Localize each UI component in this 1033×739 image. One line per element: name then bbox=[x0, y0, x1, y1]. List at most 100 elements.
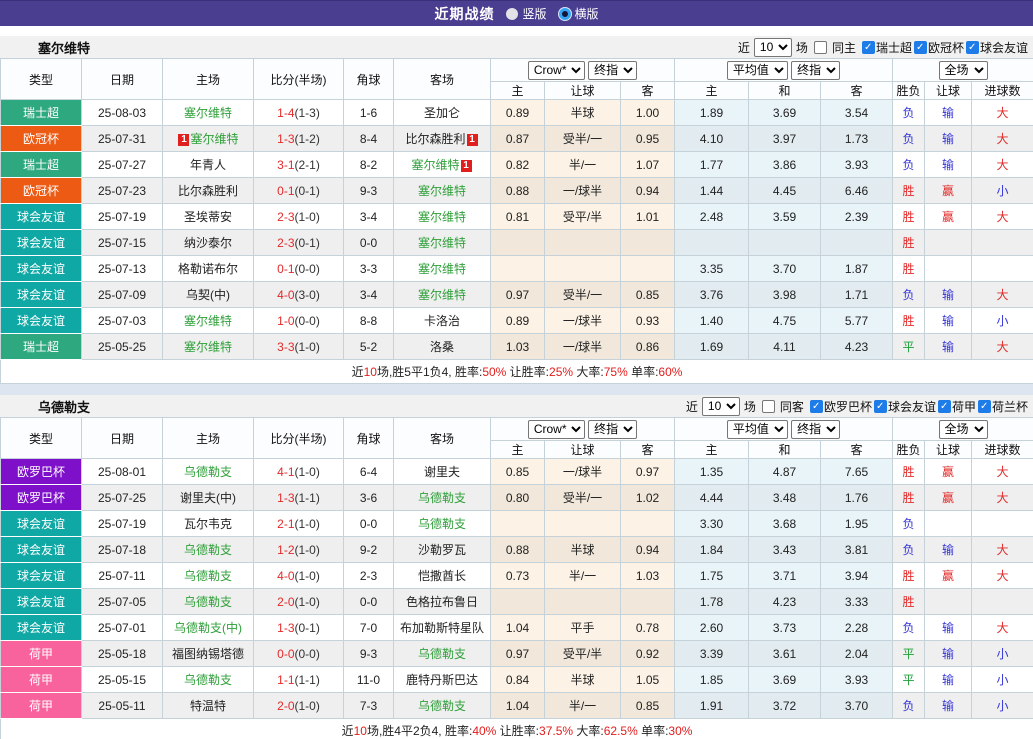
corner-score: 11-0 bbox=[343, 666, 394, 693]
team-link[interactable]: 比尔森胜利 bbox=[405, 132, 465, 146]
avg-odds-cell: 1.84 bbox=[674, 536, 749, 563]
league-checkbox[interactable] bbox=[873, 399, 887, 413]
team-link[interactable]: 纳沙泰尔 bbox=[184, 236, 232, 250]
avg-source-select[interactable]: 平均值 bbox=[726, 419, 788, 439]
summary-part: 40% bbox=[472, 724, 497, 738]
recent-count-select[interactable]: 10 bbox=[753, 37, 792, 57]
team-link[interactable]: 乌德勒支 bbox=[418, 699, 466, 713]
team-link[interactable]: 色格拉布鲁日 bbox=[406, 595, 478, 609]
summary-part: 25% bbox=[549, 365, 574, 379]
team-link[interactable]: 塞尔维特 bbox=[411, 158, 459, 172]
team-link[interactable]: 塞尔维特 bbox=[184, 314, 232, 328]
home-team-cell: 年青人 bbox=[162, 151, 254, 178]
match-score: 1-4(1-3) bbox=[253, 99, 344, 126]
match-score: 1-3(1-1) bbox=[253, 484, 344, 511]
team-link[interactable]: 乌德勒支 bbox=[418, 647, 466, 661]
league-checkbox[interactable] bbox=[861, 40, 875, 54]
handicap-odds-cell: 0.92 bbox=[620, 640, 675, 667]
same-venue-checkbox[interactable] bbox=[761, 399, 775, 413]
summary-part: 大率: bbox=[573, 724, 604, 738]
team-link[interactable]: 乌德勒支(中) bbox=[174, 621, 242, 635]
team-link[interactable]: 格勒诺布尔 bbox=[178, 262, 238, 276]
team-link[interactable]: 乌德勒支 bbox=[184, 543, 232, 557]
team-link[interactable]: 圣埃蒂安 bbox=[184, 210, 232, 224]
avg-odds-cell: 2.04 bbox=[819, 640, 894, 667]
scope-select[interactable]: 全场 bbox=[938, 60, 988, 80]
handicap-odds-cell bbox=[620, 229, 675, 256]
league-type-badge: 荷甲 bbox=[0, 640, 82, 667]
team-link[interactable]: 年青人 bbox=[190, 158, 226, 172]
league-checkbox[interactable] bbox=[937, 399, 951, 413]
league-filter-label: 球会友谊 bbox=[979, 40, 1028, 55]
team-link[interactable]: 乌德勒支 bbox=[184, 569, 232, 583]
avg-source-select[interactable]: 平均值 bbox=[726, 60, 788, 80]
team-link[interactable]: 特温特 bbox=[190, 699, 226, 713]
league-checkbox[interactable] bbox=[965, 40, 979, 54]
half-score: (1-0) bbox=[294, 339, 320, 354]
summary-part: 30% bbox=[668, 724, 693, 738]
same-venue-checkbox[interactable] bbox=[813, 40, 827, 54]
team-link[interactable]: 塞尔维特 bbox=[418, 210, 466, 224]
team-link[interactable]: 塞尔维特 bbox=[418, 288, 466, 302]
handicap-odds-cell: 一/球半 bbox=[544, 307, 621, 334]
avg-odds-cell: 1.69 bbox=[674, 333, 749, 360]
col-home: 主场 bbox=[162, 417, 254, 459]
league-checkbox[interactable] bbox=[913, 40, 927, 54]
team-link[interactable]: 乌德勒支 bbox=[184, 465, 232, 479]
vertical-layout-radio[interactable] bbox=[506, 7, 519, 20]
odds-source-select[interactable]: Crow* bbox=[527, 60, 585, 80]
team-link[interactable]: 瓦尔韦克 bbox=[184, 517, 232, 531]
result-group: 全场 bbox=[892, 417, 1033, 441]
half-score: (1-0) bbox=[294, 464, 320, 479]
odds-source-select[interactable]: Crow* bbox=[527, 419, 585, 439]
team-link[interactable]: 塞尔维特 bbox=[184, 340, 232, 354]
avg-stage-select[interactable]: 终指 bbox=[791, 419, 841, 439]
match-date: 25-07-19 bbox=[81, 203, 163, 230]
odds-stage-select[interactable]: 终指 bbox=[588, 419, 638, 439]
team-link[interactable]: 塞尔维特 bbox=[418, 262, 466, 276]
corner-score: 0-0 bbox=[343, 510, 394, 537]
team-link[interactable]: 谢里夫 bbox=[424, 465, 460, 479]
league-checkbox[interactable] bbox=[809, 399, 823, 413]
recent-count-select[interactable]: 10 bbox=[701, 396, 740, 416]
handicap-odds-cell: 0.87 bbox=[490, 125, 545, 152]
corner-score: 2-3 bbox=[343, 562, 394, 589]
section-header-strip: 塞尔维特 近 10 场 同主 瑞士超欧冠杯球会友谊 bbox=[0, 36, 1033, 58]
team-link[interactable]: 塞尔维特 bbox=[184, 106, 232, 120]
league-filter-label: 欧罗巴杯 bbox=[823, 399, 872, 414]
scope-select[interactable]: 全场 bbox=[938, 419, 988, 439]
half-score: (1-0) bbox=[294, 516, 320, 531]
team-link[interactable]: 乌契(中) bbox=[186, 288, 230, 302]
team-link[interactable]: 谢里夫(中) bbox=[180, 491, 236, 505]
odds-stage-select[interactable]: 终指 bbox=[588, 60, 638, 80]
horizontal-layout-radio[interactable] bbox=[558, 7, 571, 20]
result-cell: 小 bbox=[971, 692, 1033, 719]
recent-results-page: 近期战绩 竖版 横版 塞尔维特 近 10 场 同主 瑞士超欧冠杯球会友谊 bbox=[0, 0, 1033, 739]
avg-odds-group: 平均值 终指 bbox=[673, 58, 894, 82]
team-link[interactable]: 鹿特丹斯巴达 bbox=[406, 673, 478, 687]
full-score: 2-0 bbox=[277, 698, 295, 713]
result-cell bbox=[971, 588, 1033, 615]
team-link[interactable]: 乌德勒支 bbox=[184, 595, 232, 609]
team-link[interactable]: 福图纳锡塔德 bbox=[172, 647, 244, 661]
team-link[interactable]: 塞尔维特 bbox=[418, 236, 466, 250]
avg-stage-select[interactable]: 终指 bbox=[791, 60, 841, 80]
team-link[interactable]: 卡洛治 bbox=[424, 314, 460, 328]
result-cell: 大 bbox=[971, 536, 1033, 563]
team-link[interactable]: 塞尔维特 bbox=[190, 132, 238, 146]
league-checkbox[interactable] bbox=[977, 399, 991, 413]
team-link[interactable]: 比尔森胜利 bbox=[178, 184, 238, 198]
team-link[interactable]: 圣加仑 bbox=[424, 106, 460, 120]
team-link[interactable]: 塞尔维特 bbox=[418, 184, 466, 198]
team-link[interactable]: 乌德勒支 bbox=[184, 673, 232, 687]
result-cell: 大 bbox=[971, 125, 1033, 152]
team-link[interactable]: 沙勒罗瓦 bbox=[418, 543, 466, 557]
corner-score: 1-6 bbox=[343, 99, 394, 126]
team-link[interactable]: 布加勒斯特星队 bbox=[400, 621, 484, 635]
team-link[interactable]: 洛桑 bbox=[430, 340, 454, 354]
corner-score: 8-2 bbox=[343, 151, 394, 178]
full-score: 1-3 bbox=[277, 490, 295, 505]
team-link[interactable]: 乌德勒支 bbox=[418, 491, 466, 505]
team-link[interactable]: 乌德勒支 bbox=[418, 517, 466, 531]
team-link[interactable]: 恺撒酋长 bbox=[418, 569, 466, 583]
